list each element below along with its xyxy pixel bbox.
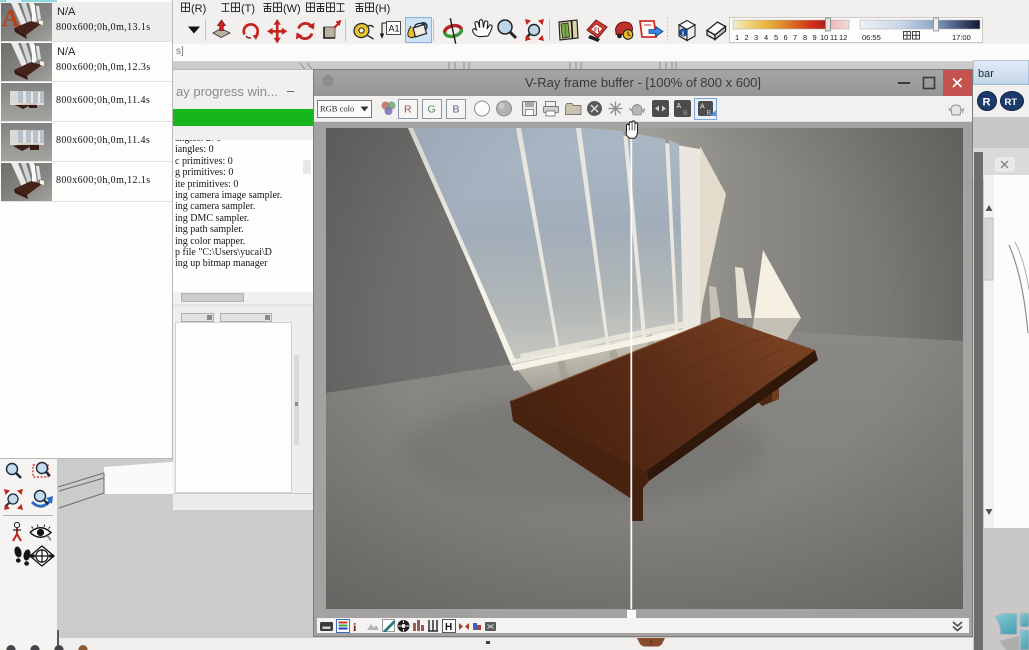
svg-text:i: i	[353, 620, 357, 633]
svg-text:H: H	[445, 622, 452, 633]
svg-text:B: B	[683, 110, 688, 117]
svg-text:R: R	[404, 104, 412, 116]
svg-text:10: 10	[820, 33, 828, 42]
svg-text:B: B	[453, 104, 460, 116]
svg-text:1: 1	[735, 33, 739, 42]
svg-text:17:00: 17:00	[952, 33, 971, 42]
svg-text:RGB colo: RGB colo	[320, 104, 354, 114]
svg-text:RT: RT	[1005, 97, 1018, 108]
svg-text:(W): (W)	[283, 3, 301, 15]
svg-text:A: A	[700, 104, 705, 111]
svg-text:12: 12	[839, 33, 847, 42]
svg-text:9: 9	[813, 33, 817, 42]
svg-text:i: i	[682, 30, 684, 38]
svg-text:G: G	[428, 104, 436, 116]
svg-text:5: 5	[774, 33, 778, 42]
svg-text:6: 6	[784, 33, 788, 42]
svg-text:(R): (R)	[191, 3, 206, 15]
svg-text:FL: FL	[594, 28, 602, 34]
svg-text:(H): (H)	[375, 3, 390, 15]
svg-text:A: A	[677, 103, 682, 110]
svg-text:3: 3	[754, 33, 758, 42]
svg-text:A1: A1	[389, 24, 400, 34]
svg-text:2: 2	[745, 33, 749, 42]
svg-text:(T): (T)	[241, 3, 255, 15]
svg-text:11: 11	[830, 33, 838, 42]
svg-text:8: 8	[803, 33, 807, 42]
svg-text:A: A	[2, 6, 20, 32]
svg-text:R: R	[983, 97, 991, 109]
svg-text:4: 4	[764, 33, 768, 42]
svg-text:bar: bar	[978, 68, 994, 80]
svg-text:7: 7	[793, 33, 797, 42]
svg-text:06:55: 06:55	[862, 33, 881, 42]
